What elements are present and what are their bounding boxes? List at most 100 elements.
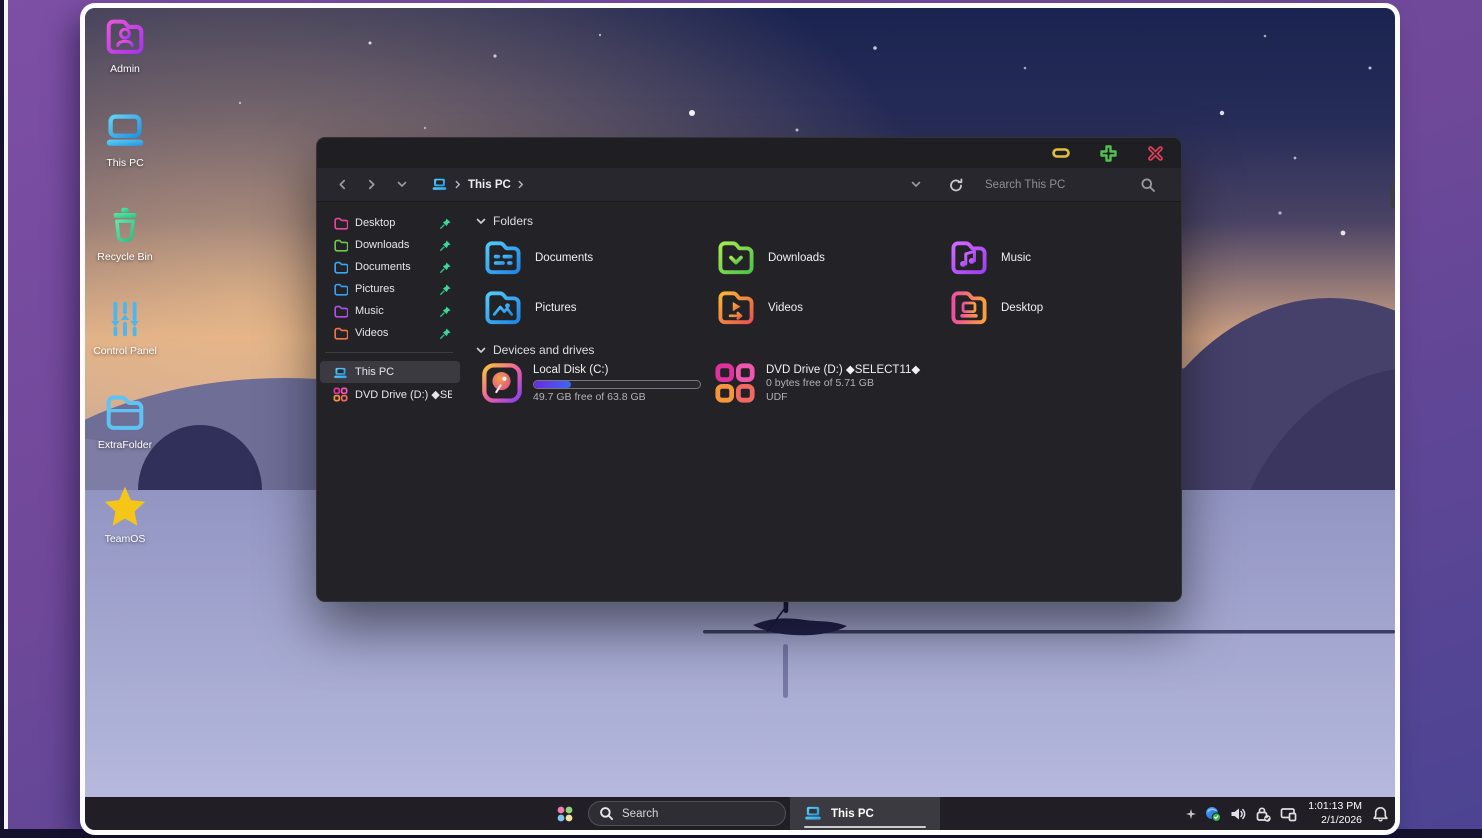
folder-tile-documents[interactable]: Documents [481, 233, 714, 283]
recent-locations-chevron-icon[interactable] [391, 174, 413, 196]
secure-lock-icon[interactable] [1255, 806, 1271, 822]
hard-disk-icon [481, 362, 523, 404]
folder-tile-pictures[interactable]: Pictures [481, 283, 714, 333]
taskbar: This PC [85, 797, 1395, 830]
desktop-icon-label: TeamOS [105, 533, 146, 546]
tile-label: Desktop [1001, 302, 1043, 314]
hidden-icons-icon[interactable] [1186, 809, 1196, 819]
screen: { "desktop_icons": [ { "label": "Admin",… [0, 0, 1482, 838]
desktop-icon-this-pc[interactable]: This PC [87, 108, 163, 202]
section-header-devices[interactable]: Devices and drives [476, 343, 1181, 357]
sidebar-item-music[interactable]: Music [320, 300, 460, 322]
this-pc-icon [333, 365, 348, 380]
desktop: Admin This PC Recycle Bin [85, 8, 1395, 830]
folder-tile-downloads[interactable]: Downloads [714, 233, 947, 283]
drive-filesystem: UDF [766, 391, 920, 405]
desktop-icon-admin[interactable]: Admin [87, 14, 163, 108]
explorer-content: Desktop Downloads Documents Pictures [317, 202, 1181, 601]
folder-videos-icon [333, 326, 348, 341]
recycle-bin-icon [102, 202, 148, 248]
desktop-icon-control-panel[interactable]: Control Panel [87, 296, 163, 390]
section-header-folders[interactable]: Folders [476, 214, 1181, 228]
desktop-folder-icon [947, 286, 991, 330]
system-tray: 1:01:13 PM 2/1/2026 [1186, 797, 1388, 830]
notification-bell-icon[interactable] [1373, 806, 1388, 822]
sidebar-item-this-pc[interactable]: This PC [320, 361, 460, 383]
sidebar-item-desktop[interactable]: Desktop [320, 212, 460, 234]
search-icon[interactable] [1137, 174, 1159, 196]
breadcrumb-separator-icon [455, 180, 461, 189]
minimize-button[interactable] [1051, 143, 1071, 163]
sidebar-item-label: Music [355, 305, 384, 317]
back-icon[interactable] [331, 174, 353, 196]
folder-tile-videos[interactable]: Videos [714, 283, 947, 333]
taskbar-search-input[interactable] [622, 808, 752, 820]
window-titlebar[interactable] [317, 138, 1181, 168]
windows-security-icon[interactable] [1205, 806, 1221, 822]
drive-free-space: 0 bytes free of 5.71 GB [766, 377, 920, 391]
admin-folder-icon [102, 14, 148, 60]
close-button[interactable] [1145, 143, 1165, 163]
forward-icon[interactable] [361, 174, 383, 196]
screen-edge-artifact [1390, 184, 1395, 208]
chevron-down-icon [476, 218, 486, 225]
desktop-icon-label: Recycle Bin [97, 251, 152, 264]
desktop-icon-extrafolder[interactable]: ExtraFolder [87, 390, 163, 484]
search-input[interactable] [985, 179, 1127, 191]
breadcrumb: This PC [431, 177, 524, 192]
pin-icon [439, 217, 452, 230]
videos-folder-icon [714, 286, 758, 330]
taskbar-app-label: This PC [831, 808, 874, 820]
this-pc-icon [102, 108, 148, 154]
refresh-icon[interactable] [945, 174, 967, 196]
maximize-button[interactable] [1098, 143, 1118, 163]
drive-free-space: 49.7 GB free of 63.8 GB [533, 391, 701, 405]
taskbar-app-this-pc[interactable]: This PC [790, 797, 940, 830]
start-icon [556, 805, 574, 823]
folders-grid: Documents Downloads [473, 233, 1181, 333]
sidebar-item-documents[interactable]: Documents [320, 256, 460, 278]
extra-folder-icon [102, 390, 148, 436]
chevron-down-icon [476, 347, 486, 354]
clock-date: 2/1/2026 [1308, 814, 1362, 827]
tile-label: Music [1001, 252, 1031, 264]
taskbar-search[interactable] [588, 801, 786, 826]
section-title: Folders [493, 214, 533, 228]
sidebar-item-pictures[interactable]: Pictures [320, 278, 460, 300]
drive-name: DVD Drive (D:) ◆SELECT11◆ [766, 363, 920, 377]
downloads-folder-icon [714, 236, 758, 280]
navigation-bar: This PC [317, 168, 1181, 202]
sidebar-item-label: Desktop [355, 217, 395, 229]
sidebar-item-dvd-drive[interactable]: DVD Drive (D:) ◆SELE [320, 383, 460, 405]
drive-local-disk-c[interactable]: Local Disk (C:) 49.7 GB free of 63.8 GB [481, 362, 714, 405]
desktop-icon-label: ExtraFolder [98, 439, 152, 452]
folder-documents-icon [333, 260, 348, 275]
tile-label: Documents [535, 252, 593, 264]
pin-icon [439, 261, 452, 274]
disk-usage-bar [533, 380, 701, 389]
music-folder-icon [947, 236, 991, 280]
sidebar-separator [325, 352, 453, 353]
documents-folder-icon [481, 236, 525, 280]
desktop-icon-teamos[interactable]: TeamOS [87, 484, 163, 578]
sidebar-item-videos[interactable]: Videos [320, 322, 460, 344]
control-panel-icon [102, 296, 148, 342]
folder-tile-music[interactable]: Music [947, 233, 1180, 283]
active-app-indicator [804, 826, 926, 829]
cast-display-icon[interactable] [1280, 806, 1297, 822]
taskbar-clock[interactable]: 1:01:13 PM 2/1/2026 [1306, 800, 1364, 826]
sidebar-item-label: DVD Drive (D:) ◆SELE [355, 388, 452, 401]
tile-label: Downloads [768, 252, 825, 264]
folder-tile-desktop[interactable]: Desktop [947, 283, 1180, 333]
address-dropdown-chevron-icon[interactable] [905, 174, 927, 196]
desktop-icon-label: This PC [106, 157, 143, 170]
sidebar-item-downloads[interactable]: Downloads [320, 234, 460, 256]
folder-pictures-icon [333, 282, 348, 297]
volume-icon[interactable] [1230, 806, 1246, 822]
desktop-icon-recycle-bin[interactable]: Recycle Bin [87, 202, 163, 296]
folder-desktop-icon [333, 216, 348, 231]
drive-dvd-d[interactable]: DVD Drive (D:) ◆SELECT11◆ 0 bytes free o… [714, 362, 947, 405]
breadcrumb-this-pc[interactable]: This PC [468, 179, 511, 191]
search-icon [599, 806, 614, 821]
start-button[interactable] [556, 805, 574, 823]
